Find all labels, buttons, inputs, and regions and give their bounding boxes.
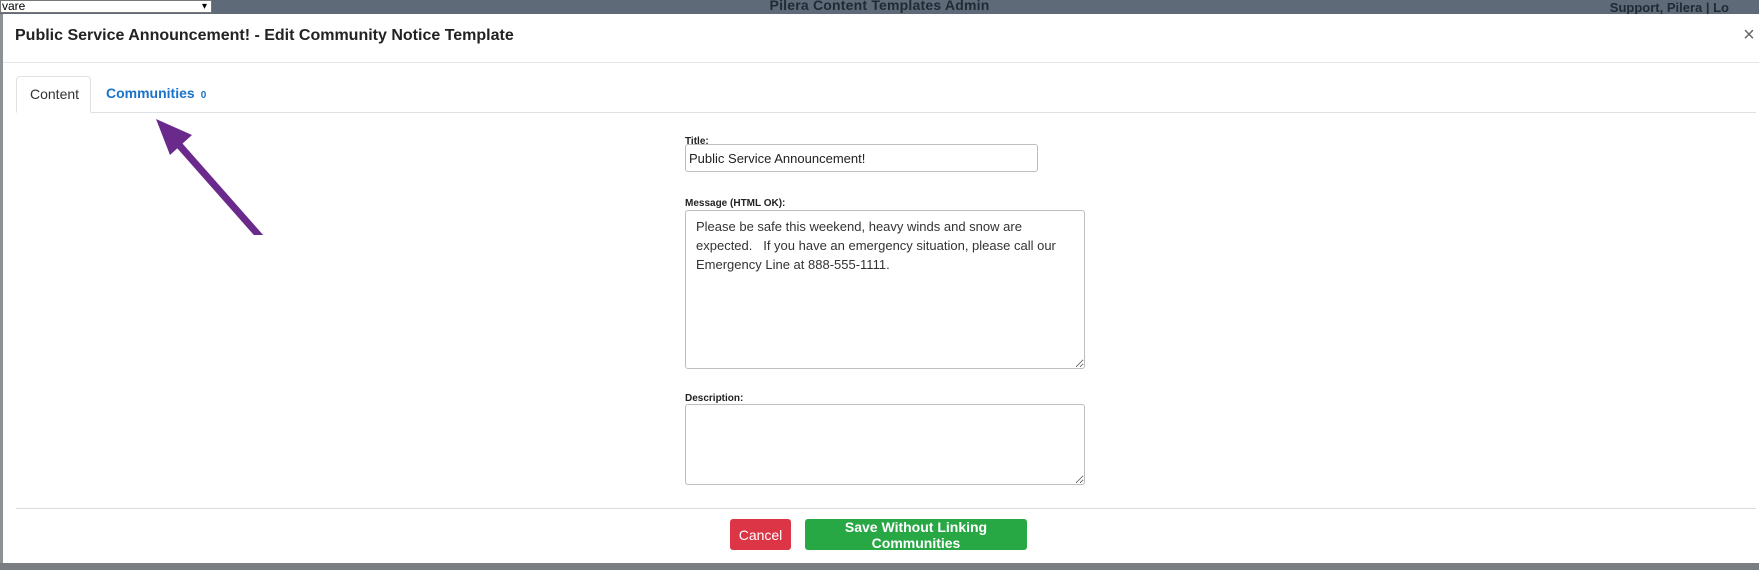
save-without-linking-button[interactable]: Save Without Linking Communities xyxy=(805,519,1027,551)
description-label: Description: xyxy=(685,393,744,404)
edit-template-modal: Public Service Announcement! - Edit Comm… xyxy=(3,14,1759,563)
message-label: Message (HTML OK): xyxy=(685,198,786,209)
footer-divider xyxy=(16,508,1756,509)
tab-bar: Content Communities 0 xyxy=(16,76,1756,113)
background-app-title: Pilera Content Templates Admin xyxy=(769,0,990,13)
title-input[interactable] xyxy=(685,144,1038,172)
modal-title: Public Service Announcement! - Edit Comm… xyxy=(15,27,514,44)
communities-count-badge: 0 xyxy=(200,90,207,101)
close-icon[interactable]: × xyxy=(1741,24,1757,47)
tab-communities[interactable]: Communities 0 xyxy=(93,76,219,113)
tab-content[interactable]: Content xyxy=(16,76,91,113)
cancel-button[interactable]: Cancel xyxy=(730,519,791,550)
modal-header: Public Service Announcement! - Edit Comm… xyxy=(3,14,1759,63)
description-textarea[interactable] xyxy=(685,404,1085,485)
tab-communities-label: Communities xyxy=(106,85,195,101)
background-bottom-strip xyxy=(0,563,1759,570)
message-textarea[interactable]: Please be safe this weekend, heavy winds… xyxy=(685,210,1085,369)
background-header: vare ▾ Pilera Content Templates Admin Su… xyxy=(0,0,1759,15)
background-support-link[interactable]: Support, Pilera | Lo xyxy=(1610,0,1729,15)
annotation-arrow-icon xyxy=(156,119,264,235)
